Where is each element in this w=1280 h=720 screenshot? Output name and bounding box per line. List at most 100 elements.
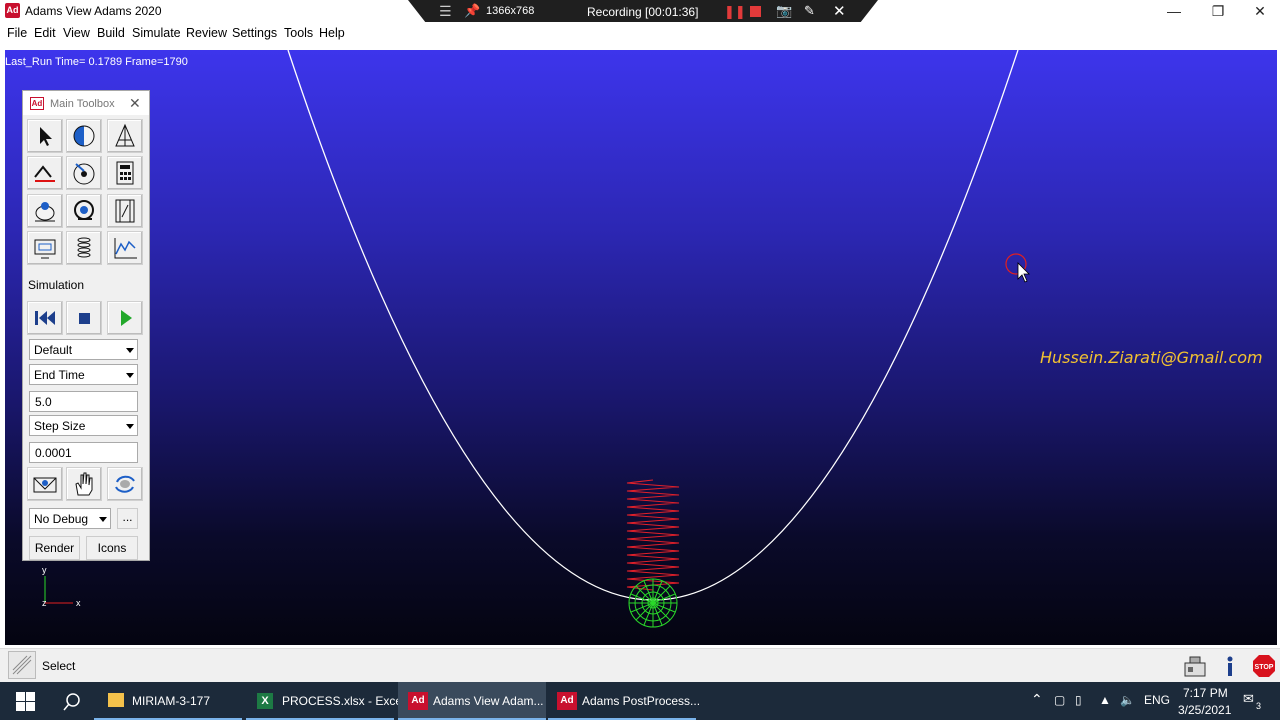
menu-settings[interactable]: Settings	[232, 26, 277, 40]
reset-icon[interactable]	[27, 301, 63, 335]
axis-y-label: y	[42, 565, 47, 575]
taskbar-item-excel[interactable]: X PROCESS.xlsx - Excel	[246, 682, 405, 720]
stop-record-icon[interactable]	[750, 6, 761, 17]
plot-icon[interactable]	[107, 231, 143, 265]
end-mode-select[interactable]: End Time	[29, 364, 138, 385]
orient-view-icon[interactable]	[66, 156, 102, 190]
close-recorder-icon[interactable]: ✕	[833, 2, 846, 20]
select-arrow-icon[interactable]	[27, 119, 63, 153]
debug-options-button[interactable]: ...	[117, 508, 138, 529]
clock-date[interactable]: 3/25/2021	[1178, 703, 1231, 717]
close-icon[interactable]: ✕	[129, 95, 141, 112]
axis-triad	[44, 576, 73, 604]
adams-app-icon: Ad	[30, 97, 44, 110]
play-icon[interactable]	[107, 301, 143, 335]
force-icon[interactable]	[27, 194, 63, 228]
menu-view[interactable]: View	[63, 26, 90, 40]
step-size-field[interactable]: 0.0001	[29, 442, 138, 463]
clock-time[interactable]: 7:17 PM	[1183, 686, 1228, 700]
notifications-icon[interactable]: ✉	[1243, 691, 1254, 707]
menu-tools[interactable]: Tools	[284, 26, 313, 40]
toolbox-title: Main Toolbox	[50, 98, 115, 110]
adams-icon: Ad	[557, 692, 577, 710]
debug-value: No Debug	[34, 512, 89, 526]
step-size-value: 0.0001	[35, 446, 72, 460]
main-toolbox: Ad Main Toolbox ✕ Simulation Default End…	[22, 90, 150, 561]
battery-icon[interactable]: ▯	[1075, 693, 1082, 707]
start-button[interactable]	[0, 682, 48, 720]
debug-select[interactable]: No Debug	[29, 508, 111, 529]
end-time-value: 5.0	[35, 395, 52, 409]
spring-icon[interactable]	[66, 231, 102, 265]
ball	[628, 578, 678, 628]
stop-icon[interactable]	[66, 301, 102, 335]
toolbox-header[interactable]: Ad Main Toolbox ✕	[23, 91, 149, 115]
taskbar-item-adams-postprocessor[interactable]: Ad Adams PostProcess...	[548, 682, 700, 720]
adams-icon: Ad	[408, 692, 428, 710]
menu-build[interactable]: Build	[97, 26, 125, 40]
sim-setting-value: Default	[34, 343, 73, 357]
wifi-icon[interactable]: ▲	[1099, 693, 1111, 707]
spring	[626, 479, 680, 591]
chevron-down-icon	[126, 424, 134, 429]
run-info: Last_Run Time= 0.1789 Frame=1790	[5, 56, 188, 68]
status-text: Select	[42, 659, 76, 673]
icons-button[interactable]: Icons	[86, 536, 138, 560]
search-icon[interactable]	[48, 682, 94, 720]
excel-icon: X	[257, 693, 273, 709]
end-time-field[interactable]: 5.0	[29, 391, 138, 412]
taskbar-item-label: Adams PostProcess...	[582, 694, 701, 708]
model-viewport[interactable]: y x z Last_Run Time= 0.1789 Frame=1790 H…	[5, 50, 1277, 645]
monitor-icon[interactable]	[27, 231, 63, 265]
menu-edit[interactable]: Edit	[34, 26, 56, 40]
pause-icon[interactable]: ❚❚	[724, 4, 746, 20]
axis-x-label: x	[76, 598, 81, 608]
stop-sign-text: STOP	[1255, 664, 1274, 671]
pin-icon[interactable]: 📌	[464, 3, 480, 19]
windows-taskbar: MIRIAM-3-177 X PROCESS.xlsx - Excel Ad A…	[0, 682, 1280, 720]
camera-icon[interactable]: 📷	[776, 3, 792, 19]
menu-review[interactable]: Review	[186, 26, 227, 40]
select-mode-icon[interactable]	[8, 651, 36, 679]
pan-hand-icon[interactable]	[66, 467, 102, 501]
rendering-sphere-icon[interactable]	[66, 119, 102, 153]
volume-icon[interactable]: 🔈	[1120, 693, 1135, 707]
toolbox-icon[interactable]	[1182, 653, 1208, 679]
minimize-icon[interactable]: —	[1152, 0, 1196, 22]
step-mode-select[interactable]: Step Size	[29, 415, 138, 436]
display-settings-icon[interactable]	[66, 194, 102, 228]
meet-now-icon[interactable]: ▢	[1054, 693, 1065, 707]
restore-icon[interactable]: ❐	[1196, 0, 1240, 22]
language-indicator[interactable]: ENG	[1144, 693, 1170, 707]
fit-view-icon[interactable]	[27, 467, 63, 501]
taskbar-item-label: MIRIAM-3-177	[132, 694, 211, 708]
step-mode-value: Step Size	[34, 419, 86, 433]
menu-simulate[interactable]: Simulate	[132, 26, 181, 40]
watermark: Hussein.Ziarati@Gmail.com	[1040, 348, 1263, 367]
window-title: Adams View Adams 2020	[25, 4, 162, 18]
taskbar-item-folder[interactable]: MIRIAM-3-177	[94, 682, 242, 720]
taskbar-item-label: PROCESS.xlsx - Excel	[282, 694, 405, 708]
axis-z-label: z	[42, 598, 47, 608]
rotate-view-icon[interactable]	[107, 467, 143, 501]
menu-help[interactable]: Help	[319, 26, 345, 40]
recording-toolbar: ☰ 📌 1366x768 Recording [00:01:36] ❚❚ 📷 ✎…	[408, 0, 878, 24]
pen-icon[interactable]: ✎	[804, 3, 815, 19]
sim-setting-select[interactable]: Default	[29, 339, 138, 360]
simulation-label: Simulation	[28, 278, 85, 292]
part-geometry-icon[interactable]	[107, 119, 143, 153]
stop-sign-icon[interactable]: STOP	[1251, 653, 1277, 679]
menu-icon[interactable]: ☰	[439, 3, 452, 20]
joint-icon[interactable]	[27, 156, 63, 190]
info-icon[interactable]	[1218, 653, 1244, 679]
chevron-up-icon[interactable]: ⌃	[1031, 691, 1043, 708]
calculator-icon[interactable]	[107, 156, 143, 190]
chevron-down-icon	[99, 517, 107, 522]
taskbar-item-adams-view[interactable]: Ad Adams View Adam...	[398, 682, 546, 720]
menu-file[interactable]: File	[7, 26, 27, 40]
render-button[interactable]: Render	[29, 536, 80, 560]
windows-logo-icon	[16, 692, 35, 711]
close-icon[interactable]: ✕	[1238, 0, 1280, 22]
end-mode-value: End Time	[34, 368, 85, 382]
animation-film-icon[interactable]	[107, 194, 143, 228]
